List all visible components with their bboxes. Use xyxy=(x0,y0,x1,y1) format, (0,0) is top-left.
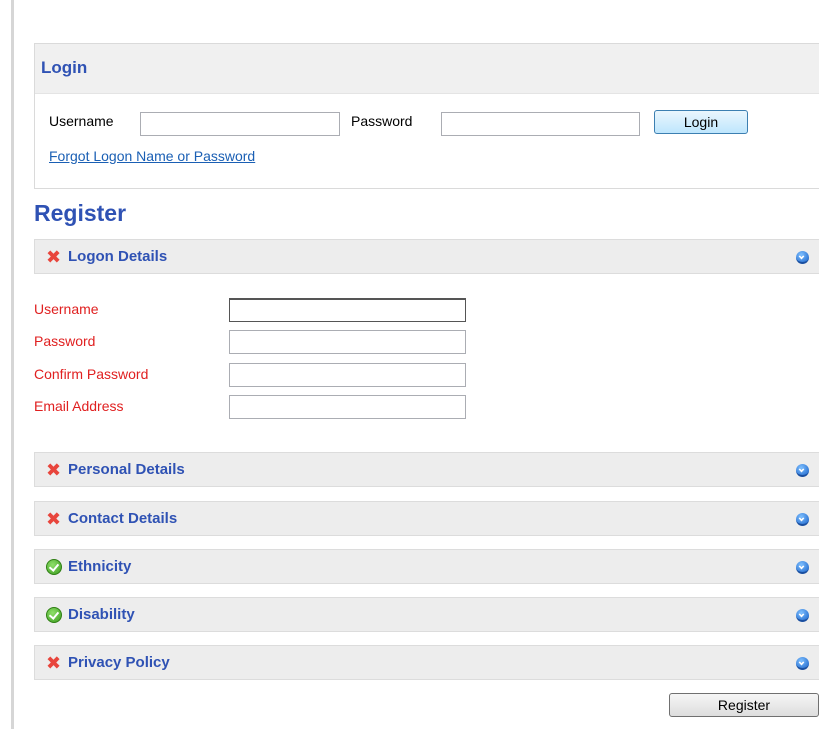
section-label: Logon Details xyxy=(68,248,168,265)
register-title: Register xyxy=(34,200,127,226)
section-privacy-policy[interactable]: ✖ Privacy Policy xyxy=(34,645,819,680)
left-border xyxy=(11,0,14,729)
register-confirm-password-input[interactable] xyxy=(229,363,466,387)
login-password-label: Password xyxy=(351,113,413,129)
expand-icon[interactable] xyxy=(796,251,809,264)
section-contact-details[interactable]: ✖ Contact Details xyxy=(34,501,819,536)
login-username-label: Username xyxy=(49,113,114,129)
login-username-input[interactable] xyxy=(140,112,340,136)
login-panel: Login Username Password Login Forgot Log… xyxy=(34,43,819,189)
check-icon xyxy=(46,607,62,623)
expand-icon[interactable] xyxy=(796,561,809,574)
section-ethnicity[interactable]: Ethnicity xyxy=(34,549,819,584)
expand-icon[interactable] xyxy=(796,464,809,477)
register-username-input[interactable] xyxy=(229,298,466,322)
section-logon-details[interactable]: ✖ Logon Details xyxy=(34,239,819,274)
check-icon xyxy=(46,559,62,575)
forgot-logon-link[interactable]: Forgot Logon Name or Password xyxy=(49,148,255,164)
x-icon: ✖ xyxy=(46,460,62,480)
login-button[interactable]: Login xyxy=(654,110,748,134)
expand-icon[interactable] xyxy=(796,657,809,670)
login-row: Username Password Login xyxy=(35,110,819,140)
login-password-input[interactable] xyxy=(441,112,640,136)
register-email-input[interactable] xyxy=(229,395,466,419)
section-label: Personal Details xyxy=(68,461,185,478)
register-button[interactable]: Register xyxy=(669,693,819,717)
section-label: Privacy Policy xyxy=(68,654,170,671)
section-label: Disability xyxy=(68,606,135,623)
field-label-password: Password xyxy=(34,333,96,349)
x-icon: ✖ xyxy=(46,247,62,267)
x-icon: ✖ xyxy=(46,653,62,673)
x-icon: ✖ xyxy=(46,509,62,529)
login-title: Login xyxy=(41,58,88,77)
field-label-confirm-password: Confirm Password xyxy=(34,366,149,382)
expand-icon[interactable] xyxy=(796,609,809,622)
login-header: Login xyxy=(35,44,819,94)
section-disability[interactable]: Disability xyxy=(34,597,819,632)
section-label: Contact Details xyxy=(68,510,178,527)
register-password-input[interactable] xyxy=(229,330,466,354)
expand-icon[interactable] xyxy=(796,513,809,526)
field-label-username: Username xyxy=(34,301,99,317)
section-personal-details[interactable]: ✖ Personal Details xyxy=(34,452,819,487)
field-label-email: Email Address xyxy=(34,398,124,414)
section-label: Ethnicity xyxy=(68,558,132,575)
